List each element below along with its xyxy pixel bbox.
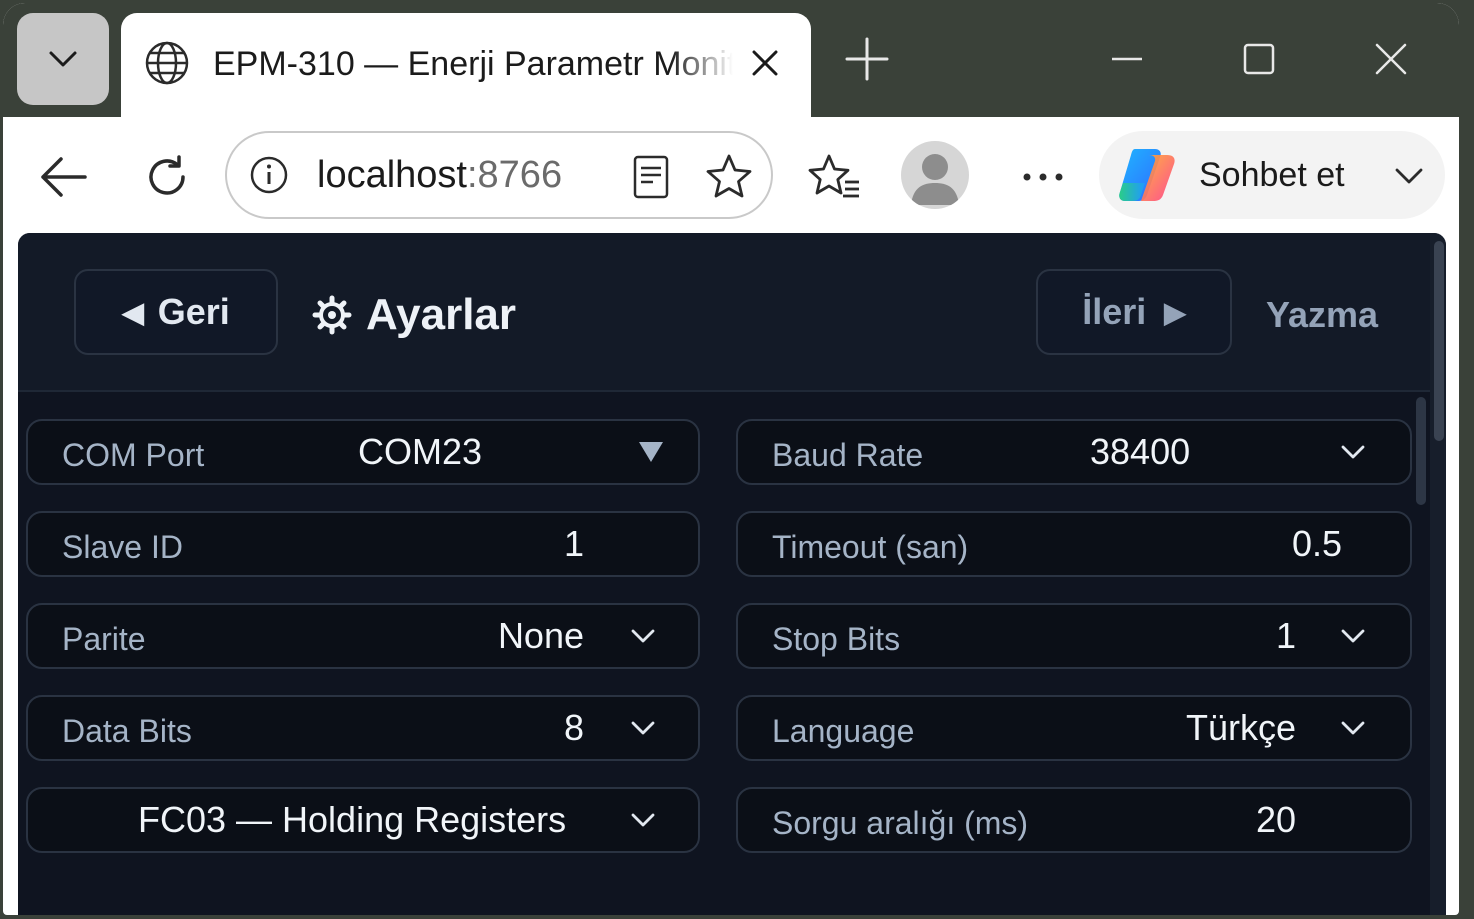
minimize-button[interactable] (1099, 31, 1155, 87)
chevron-down-icon (631, 629, 655, 643)
chevron-down-icon (1341, 721, 1365, 735)
slave-id-value: 1 (563, 523, 584, 564)
caret-down-icon (639, 442, 663, 462)
stop-bits-select[interactable]: Stop Bits 1 (736, 603, 1412, 669)
language-label: Language (772, 713, 915, 749)
function-code-value: FC03 — Holding Registers (138, 799, 567, 840)
minimize-icon (1112, 57, 1142, 61)
more-horizontal-icon (1023, 173, 1063, 181)
chevron-down-icon (1341, 629, 1365, 643)
page-content: ◀ Geri Ayarlar İleri ▶ Yazma COM Port CO… (18, 233, 1446, 915)
arrow-left-icon (41, 157, 87, 197)
new-tab-button[interactable] (841, 33, 893, 85)
tab-close-button[interactable] (741, 39, 789, 87)
url-host: localhost (317, 154, 467, 196)
profile-avatar[interactable] (901, 141, 969, 209)
maximize-icon (1243, 43, 1275, 75)
back-nav-button[interactable] (33, 151, 93, 203)
language-select[interactable]: Language Türkçe (736, 695, 1412, 761)
chevron-down-icon (631, 813, 655, 827)
data-bits-value: 8 (563, 707, 584, 748)
globe-icon (145, 41, 189, 85)
timeout-label: Timeout (san) (772, 529, 969, 565)
baud-rate-value: 38400 (1090, 431, 1191, 472)
window-close-button[interactable] (1363, 31, 1419, 87)
forward-label: İleri (1082, 291, 1147, 332)
settings-scroll-thumb[interactable] (1416, 397, 1426, 505)
close-icon (752, 50, 778, 76)
copilot-logo-icon (1119, 149, 1175, 201)
parity-value: None (497, 615, 584, 656)
parity-select[interactable]: Parite None (26, 603, 700, 669)
favorite-star-icon[interactable] (703, 153, 755, 201)
site-info-icon[interactable] (249, 155, 289, 195)
address-bar[interactable]: localhost:8766 (225, 131, 773, 219)
parity-label: Parite (62, 621, 146, 657)
gear-icon (312, 295, 352, 335)
copilot-label: Sohbet et (1199, 156, 1345, 194)
baud-rate-select[interactable]: Baud Rate 38400 (736, 419, 1412, 485)
page-title-text: Ayarlar (366, 290, 517, 339)
url-text[interactable]: localhost:8766 (317, 149, 562, 201)
page-scrollbar-thumb[interactable] (1434, 241, 1444, 441)
timeout-value: 0.5 (1291, 523, 1342, 564)
url-port: :8766 (466, 154, 563, 196)
close-icon (1375, 43, 1407, 75)
reader-mode-icon[interactable] (631, 153, 671, 201)
tab-title: EPM-310 — Enerji Parametr Monitörü (213, 45, 733, 83)
browser-toolbar: localhost:8766 Sohbet et (3, 117, 1459, 235)
browser-tab[interactable]: EPM-310 — Enerji Parametr Monitörü (121, 13, 811, 117)
copilot-button[interactable]: Sohbet et (1099, 131, 1445, 219)
baud-rate-label: Baud Rate (772, 437, 924, 473)
stop-bits-label: Stop Bits (772, 621, 901, 657)
more-menu-button[interactable] (1015, 155, 1071, 199)
page-title: Ayarlar (312, 285, 516, 345)
chevron-down-icon (1341, 445, 1365, 459)
browser-window: EPM-310 — Enerji Parametr Monitörü local… (3, 3, 1459, 915)
maximize-button[interactable] (1231, 31, 1287, 87)
favorites-button[interactable] (805, 151, 865, 203)
write-button[interactable]: Yazma (1266, 289, 1378, 341)
tab-strip: EPM-310 — Enerji Parametr Monitörü (3, 3, 1459, 117)
data-bits-label: Data Bits (62, 713, 192, 749)
slave-id-input[interactable]: Slave ID 1 (26, 511, 700, 577)
language-value: Türkçe (1185, 707, 1296, 748)
reload-icon (149, 155, 185, 195)
stop-bits-value: 1 (1275, 615, 1296, 656)
chevron-down-icon (49, 51, 77, 67)
data-bits-select[interactable]: Data Bits 8 (26, 695, 700, 761)
com-port-label: COM Port (62, 437, 205, 473)
back-button[interactable]: ◀ Geri (74, 269, 278, 355)
chevron-down-icon (631, 721, 655, 735)
back-label: Geri (157, 291, 230, 332)
com-port-select[interactable]: COM Port COM23 (26, 419, 700, 485)
timeout-input[interactable]: Timeout (san) 0.5 (736, 511, 1412, 577)
poll-interval-input[interactable]: Sorgu aralığı (ms) 20 (736, 787, 1412, 853)
com-port-value: COM23 (358, 431, 483, 472)
tab-actions-button[interactable] (17, 13, 109, 105)
back-arrow-icon: ◀ (122, 296, 144, 328)
forward-button[interactable]: İleri ▶ (1036, 269, 1232, 355)
forward-arrow-icon: ▶ (1164, 296, 1186, 328)
user-icon (911, 154, 959, 205)
poll-interval-value: 20 (1255, 799, 1296, 840)
chevron-down-icon (1395, 168, 1423, 184)
function-code-select[interactable]: FC03 — Holding Registers (26, 787, 700, 853)
favorites-list-icon (808, 154, 859, 198)
poll-interval-label: Sorgu aralığı (ms) (772, 805, 1029, 841)
settings-header: ◀ Geri Ayarlar İleri ▶ Yazma (18, 233, 1430, 392)
reload-button[interactable] (139, 151, 195, 203)
plus-icon (845, 37, 889, 81)
slave-id-label: Slave ID (62, 529, 183, 565)
